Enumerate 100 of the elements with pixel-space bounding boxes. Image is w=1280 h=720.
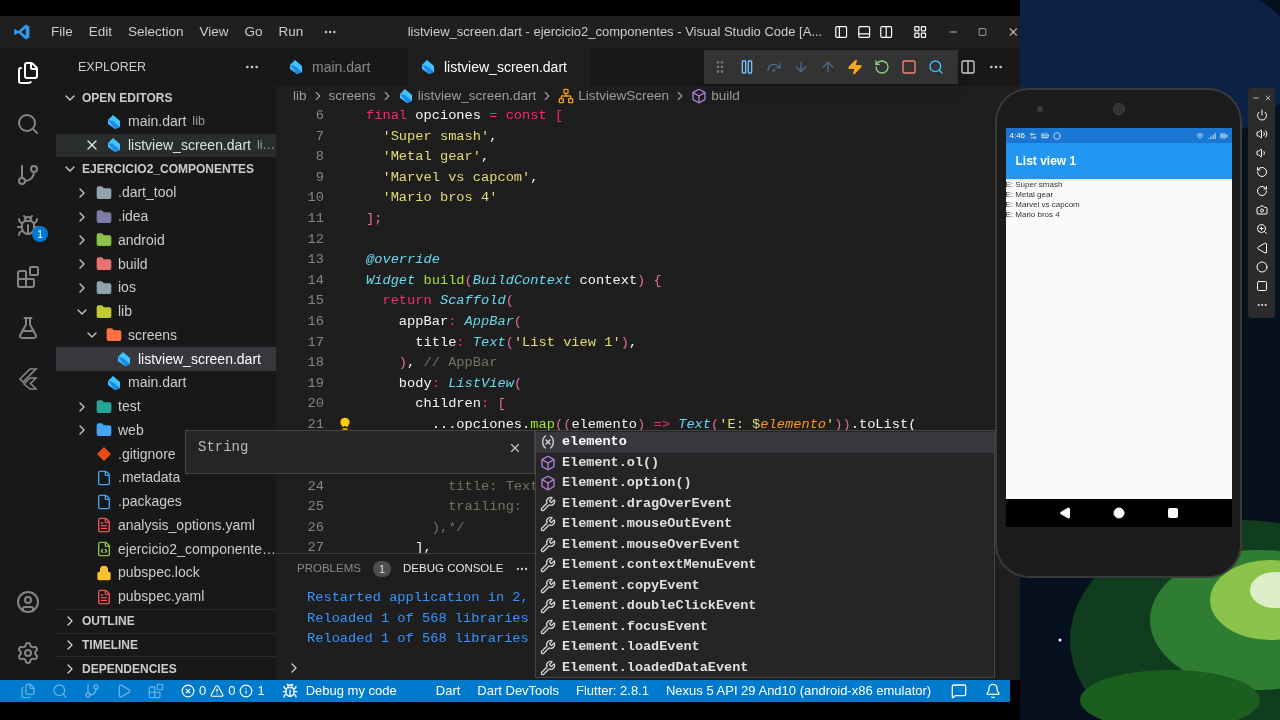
console-line: Restarted application in 2,	[307, 589, 529, 607]
line-number: 16	[306, 312, 324, 331]
line-number: 24	[306, 477, 324, 496]
tree-item[interactable]: build	[56, 252, 276, 276]
error-count: 0	[199, 682, 207, 701]
section-header[interactable]: EJERCICIO2_COMPONENTES	[56, 157, 276, 181]
menu-item[interactable]: Selection	[120, 17, 192, 47]
status-item[interactable]: Debug my code	[281, 681, 397, 701]
open-editor-item[interactable]: listview_screen.dart li…	[56, 133, 276, 158]
line-number: 8	[314, 148, 324, 167]
menu-item[interactable]: Run	[270, 17, 312, 47]
suggestion-item[interactable]: Element.mouseOverEvent	[536, 534, 994, 555]
line-number: 18	[306, 354, 324, 373]
code-line: appBar: AppBar(	[397, 312, 523, 331]
code-line: final opciones = const [	[366, 107, 564, 125]
tree-item[interactable]: .dart_tool	[56, 181, 276, 205]
breadcrumb-item[interactable]: ListviewScreen	[558, 85, 670, 107]
menu-item[interactable]: Edit	[80, 17, 120, 47]
editor-tab[interactable]: listview_screen.dart	[408, 48, 590, 86]
suggestion-item[interactable]: Element.mouseOutEvent	[536, 514, 994, 535]
breadcrumb-item[interactable]: screens	[328, 85, 376, 107]
status-item[interactable]: Dart	[435, 681, 461, 701]
line-number: 13	[306, 251, 324, 270]
line-number: 9	[314, 168, 324, 187]
code-line: ), // AppBar	[397, 354, 498, 373]
tree-item[interactable]: lib	[56, 299, 276, 324]
suggestion-item[interactable]: Element.doubleClickEvent	[536, 596, 994, 617]
line-number: 25	[306, 498, 324, 517]
code-line: 'Super smash',	[381, 127, 498, 146]
tree-item[interactable]: .metadata	[56, 466, 276, 490]
panel-tab[interactable]: DEBUG CONSOLE	[403, 560, 504, 578]
tree-item[interactable]: ejercicio2_componente…	[56, 537, 276, 561]
menu-item[interactable]: Go	[236, 17, 271, 47]
code-line: return Scaffold(	[381, 292, 514, 311]
code-line: ];	[366, 209, 383, 228]
window-title: listview_screen.dart - ejercicio2_componentes - Visual Studio Code [A...	[407, 23, 823, 42]
suggestion-item[interactable]: Element.loadEvent	[536, 637, 994, 658]
line-number: 12	[306, 230, 324, 249]
suggestion-item[interactable]: Element.dragOverEvent	[536, 493, 994, 514]
count-badge: 1	[372, 560, 392, 578]
tree-item[interactable]: .packages	[56, 489, 276, 514]
code-line: body: ListView(	[397, 374, 523, 393]
line-number: 21	[306, 415, 324, 434]
code-line: @override	[366, 251, 440, 270]
type-text: String	[198, 438, 249, 457]
tree-item[interactable]: screens	[56, 323, 276, 348]
suggestion-item[interactable]: Element.copyEvent	[536, 575, 994, 596]
suggestion-item[interactable]: Element.focusEvent	[536, 616, 994, 637]
section-header[interactable]: TIMELINE	[56, 632, 276, 657]
tree-item[interactable]: test	[56, 394, 276, 419]
suggestion-item[interactable]: Element.ol()	[536, 452, 994, 473]
status-item[interactable]: Dart DevTools	[477, 681, 559, 701]
line-number: 17	[306, 333, 324, 352]
clock-text: 4:46	[1009, 129, 1026, 142]
line-number: 26	[306, 518, 324, 537]
code-line: Widget build(BuildContext context) {	[366, 271, 662, 290]
tree-item[interactable]: analysis_options.yaml	[56, 513, 276, 538]
tree-item[interactable]: ios	[56, 276, 276, 300]
tree-item[interactable]: pubspec.yaml	[56, 584, 276, 609]
breadcrumb-item[interactable]: build	[691, 85, 740, 107]
warning-count: 0	[228, 682, 236, 701]
tree-item[interactable]: listview_screen.dart	[56, 347, 276, 371]
menu-item[interactable]: File	[42, 17, 81, 47]
line-number: 27	[306, 539, 324, 553]
tree-item[interactable]: main.dart	[56, 371, 276, 395]
list-item: E: Marvel vs capcom	[1005, 200, 1080, 210]
file-path: li…	[256, 137, 275, 154]
suggestion-item[interactable]: Element.contextMenuEvent	[536, 555, 994, 576]
sidebar-title: EXPLORER	[78, 58, 147, 76]
line-number: 7	[314, 127, 324, 146]
tree-item[interactable]: .idea	[56, 204, 276, 229]
line-number: 19	[306, 374, 324, 393]
code-line: 'Metal gear',	[381, 148, 490, 167]
file-path: lib	[192, 113, 205, 131]
section-header[interactable]: OPEN EDITORS	[56, 86, 276, 110]
list-item: E: Metal gear	[1005, 190, 1054, 200]
list-item: E: Super smash	[1005, 180, 1063, 190]
problems-indicator[interactable]: 0 0 1	[181, 681, 265, 701]
code-line: 'Marvel vs capcom',	[381, 168, 539, 187]
code-line: trailing:	[447, 498, 523, 517]
panel-tab[interactable]: PROBLEMS 1	[297, 560, 392, 578]
status-item[interactable]: Nexus 5 API 29 And10 (android-x86 emulator)	[665, 681, 932, 701]
section-header[interactable]: OUTLINE	[56, 608, 276, 633]
line-number: 10	[306, 189, 324, 208]
line-number: 15	[306, 292, 324, 311]
breadcrumb-item[interactable]: lib	[293, 85, 307, 107]
status-item[interactable]: Flutter: 2.8.1	[575, 681, 649, 701]
menu-item[interactable]: View	[191, 17, 237, 47]
suggestion-item[interactable]: Element.option()	[536, 473, 994, 494]
tree-item[interactable]: pubspec.lock	[56, 561, 276, 585]
line-number: 6	[314, 107, 324, 125]
line-number: 11	[306, 209, 324, 228]
breadcrumb-item[interactable]: listview_screen.dart	[397, 85, 537, 107]
open-editor-item[interactable]: main.dart lib	[56, 109, 276, 134]
file-name: main.dart	[128, 112, 187, 132]
line-number: 14	[306, 271, 324, 290]
suggestion-item[interactable]: elemento	[536, 432, 994, 453]
suggestion-item[interactable]: Element.loadedDataEvent	[536, 657, 994, 678]
tree-item[interactable]: android	[56, 228, 276, 253]
console-line: Reloaded 1 of 568 libraries	[307, 609, 529, 628]
